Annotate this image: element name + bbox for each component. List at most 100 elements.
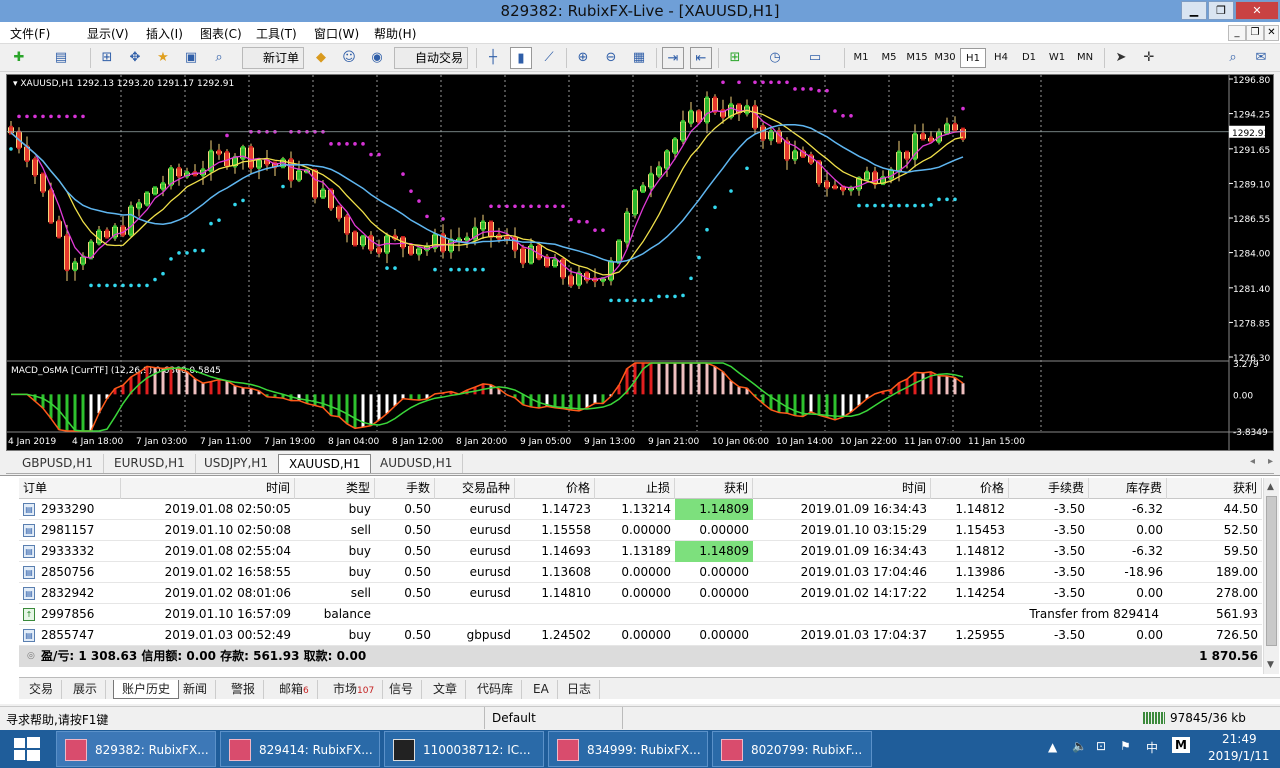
table-row[interactable]: ▤ 2933290 2019.01.08 02:50:05 buy 0.50 eurusd…: [19, 499, 1262, 520]
column-header[interactable]: 交易品种: [435, 478, 515, 499]
mdi-minimize-button[interactable]: _: [1228, 25, 1246, 41]
table-row[interactable]: ▤ 2832942 2019.01.02 08:01:06 sell 0.50 eurus…: [19, 583, 1262, 604]
windows-start-icon[interactable]: [14, 737, 40, 761]
metaeditor-icon[interactable]: ◆: [310, 47, 332, 69]
terminal-tab[interactable]: 账户历史: [113, 680, 180, 699]
timeframe-d1[interactable]: D1: [1016, 48, 1042, 68]
taskbar-item[interactable]: 829414: RubixFX...: [220, 731, 380, 767]
ime-mode[interactable]: 中: [1146, 739, 1158, 756]
column-header[interactable]: 库存费: [1089, 478, 1167, 499]
chart-canvas[interactable]: 1296.80 1294.25 1291.65 1289.10 1286.55 1284.…: [7, 75, 1273, 450]
crosshair-icon[interactable]: ✛: [1138, 47, 1160, 69]
column-header[interactable]: 获利: [675, 478, 753, 499]
zoom-out-icon[interactable]: ⊖: [600, 47, 622, 69]
network-icon[interactable]: ⊡: [1096, 739, 1106, 753]
new-chart-icon[interactable]: ✚: [8, 47, 30, 69]
chart-shift-icon[interactable]: ⇤: [690, 47, 712, 69]
column-header[interactable]: 订单: [19, 478, 121, 499]
menu-item-help[interactable]: 帮助(H): [374, 25, 416, 42]
timeframe-mn[interactable]: MN: [1072, 48, 1098, 68]
tab-scroll-left-icon[interactable]: ◂: [1250, 456, 1255, 467]
signals-icon[interactable]: ◉: [366, 47, 388, 69]
table-row[interactable]: ▤ 2933332 2019.01.08 02:55:04 buy 0.50 eurusd…: [19, 541, 1262, 562]
chart-tab-xauusd[interactable]: XAUUSD,H1: [278, 454, 372, 473]
tab-scroll-right-icon[interactable]: ▸: [1268, 456, 1273, 467]
table-row[interactable]: ↑ 2997856 2019.01.10 16:57:09 balance Transf…: [19, 604, 1262, 625]
search-icon[interactable]: ⌕: [1222, 47, 1244, 69]
terminal-tab[interactable]: EA: [525, 680, 558, 699]
menu-item-file[interactable]: 文件(F): [10, 25, 50, 42]
scrollbar-thumb[interactable]: [1266, 496, 1277, 646]
minimize-button[interactable]: ▁: [1181, 1, 1207, 20]
terminal-icon[interactable]: ▣: [180, 47, 202, 69]
ime-indicator[interactable]: M: [1172, 737, 1190, 753]
taskbar-item[interactable]: 829382: RubixFX...: [56, 731, 216, 767]
column-header[interactable]: 获利: [1167, 478, 1262, 499]
strategy-tester-icon[interactable]: ⌕: [208, 47, 230, 69]
profiles-icon[interactable]: ▤: [50, 47, 72, 69]
users-icon[interactable]: ☺: [338, 47, 360, 69]
column-header[interactable]: 时间: [121, 478, 295, 499]
terminal-tab[interactable]: 新闻: [175, 680, 217, 699]
chart-tab-eurusd[interactable]: EURUSD,H1: [104, 454, 196, 473]
timeframe-h4[interactable]: H4: [988, 48, 1014, 68]
cursor-icon[interactable]: ➤: [1110, 47, 1132, 69]
price-chart[interactable]: 1296.80 1294.25 1291.65 1289.10 1286.55 1284.…: [6, 74, 1274, 451]
chat-icon[interactable]: ✉: [1250, 47, 1272, 69]
volume-icon[interactable]: 🔈: [1072, 739, 1087, 753]
taskbar-item[interactable]: 1100038712: IC...: [384, 731, 544, 767]
mdi-close-button[interactable]: ✕: [1264, 25, 1279, 41]
timeframe-m1[interactable]: M1: [848, 48, 874, 68]
table-scrollbar[interactable]: ▲ ▼: [1263, 478, 1279, 674]
mdi-restore-button[interactable]: ❐: [1246, 25, 1264, 41]
timeframe-h1[interactable]: H1: [960, 48, 986, 68]
tile-windows-icon[interactable]: ▦: [628, 47, 650, 69]
table-row[interactable]: ▤ 2981157 2019.01.10 02:50:08 sell 0.50 eurus…: [19, 520, 1262, 541]
chart-tab-audusd[interactable]: AUDUSD,H1: [370, 454, 464, 473]
menu-item-chart[interactable]: 图表(C): [200, 25, 242, 42]
bar-chart-icon[interactable]: ┼: [482, 47, 504, 69]
terminal-tab[interactable]: 邮箱6: [271, 680, 318, 699]
timeframe-m30[interactable]: M30: [932, 48, 958, 68]
column-header[interactable]: 时间: [753, 478, 931, 499]
market-watch-icon[interactable]: ⊞: [96, 47, 118, 69]
line-chart-icon[interactable]: ⟋: [538, 47, 560, 69]
menu-item-view[interactable]: 显示(V): [87, 25, 129, 42]
chart-tab-usdjpy[interactable]: USDJPY,H1: [194, 454, 279, 473]
column-header[interactable]: 价格: [931, 478, 1009, 499]
menu-item-window[interactable]: 窗口(W): [314, 25, 359, 42]
close-button[interactable]: ✕: [1235, 1, 1279, 20]
taskbar-item[interactable]: 8020799: RubixF...: [712, 731, 872, 767]
table-row[interactable]: ▤ 2850756 2019.01.02 16:58:55 buy 0.50 eurusd…: [19, 562, 1262, 583]
column-header[interactable]: 手续费: [1009, 478, 1089, 499]
zoom-in-icon[interactable]: ⊕: [572, 47, 594, 69]
terminal-tab[interactable]: 信号: [381, 680, 423, 699]
column-header[interactable]: 止损: [595, 478, 675, 499]
templates-icon[interactable]: ▭: [804, 47, 826, 69]
favorites-icon[interactable]: ★: [152, 47, 174, 69]
terminal-tab[interactable]: 交易: [21, 680, 63, 699]
auto-trading-button[interactable]: 自动交易: [394, 47, 469, 69]
candlestick-icon[interactable]: ▮: [510, 47, 532, 69]
terminal-tab[interactable]: 代码库: [469, 680, 523, 699]
column-header[interactable]: 价格: [515, 478, 595, 499]
terminal-tab[interactable]: 市场107: [325, 680, 384, 699]
timeframe-w1[interactable]: W1: [1044, 48, 1070, 68]
table-row[interactable]: ▤ 2855747 2019.01.03 00:52:49 buy 0.50 gbpusd…: [19, 625, 1262, 646]
chart-tab-gbpusd[interactable]: GBPUSD,H1: [12, 454, 104, 473]
terminal-tab[interactable]: 展示: [65, 680, 107, 699]
menu-item-tools[interactable]: 工具(T): [256, 25, 297, 42]
taskbar-item[interactable]: 834999: RubixFX...: [548, 731, 708, 767]
terminal-tab[interactable]: 文章: [425, 680, 467, 699]
tray-expand-icon[interactable]: ▲: [1048, 740, 1057, 754]
terminal-tab[interactable]: 日志: [559, 680, 601, 699]
menu-item-insert[interactable]: 插入(I): [146, 25, 183, 42]
new-order-button[interactable]: 新订单: [242, 47, 305, 69]
security-icon[interactable]: ⚑: [1120, 739, 1131, 753]
terminal-tab[interactable]: 警报: [223, 680, 265, 699]
auto-scroll-icon[interactable]: ⇥: [662, 47, 684, 69]
timeframe-m5[interactable]: M5: [876, 48, 902, 68]
navigator-icon[interactable]: ✥: [124, 47, 146, 69]
periods-icon[interactable]: ◷: [764, 47, 786, 69]
maximize-button[interactable]: ❐: [1208, 1, 1234, 20]
